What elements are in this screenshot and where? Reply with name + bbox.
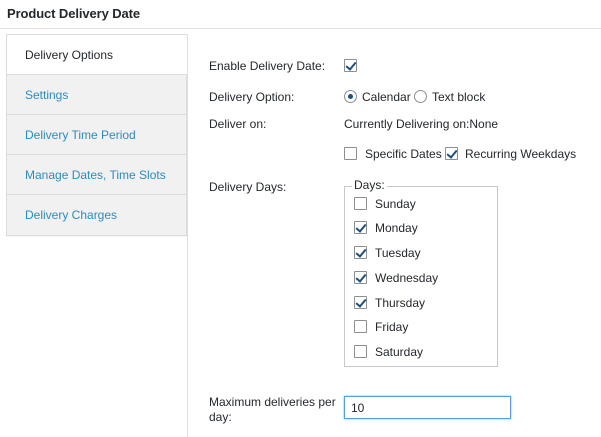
tab-delivery-options[interactable]: Delivery Options <box>7 35 187 75</box>
tab-settings[interactable]: Settings <box>7 75 186 115</box>
recurring-weekdays-checkbox[interactable] <box>445 147 458 160</box>
recurring-weekdays-label[interactable]: Recurring Weekdays <box>465 147 576 161</box>
tab-delivery-time-period[interactable]: Delivery Time Period <box>7 115 186 155</box>
monday-label[interactable]: Monday <box>375 221 418 235</box>
enable-delivery-date-label: Enable Delivery Date: <box>209 59 326 73</box>
tuesday-label[interactable]: Tuesday <box>375 246 421 260</box>
days-legend: Days: <box>352 178 387 192</box>
specific-dates-checkbox[interactable] <box>344 147 357 160</box>
thursday-checkbox[interactable] <box>354 296 367 309</box>
tuesday-checkbox[interactable] <box>354 246 367 259</box>
settings-tabs: Delivery Options Settings Delivery Time … <box>6 34 187 236</box>
delivery-days-label: Delivery Days: <box>209 180 287 194</box>
friday-label[interactable]: Friday <box>375 320 408 334</box>
max-deliveries-input[interactable] <box>344 396 511 419</box>
wednesday-label[interactable]: Wednesday <box>375 271 438 285</box>
title-divider <box>0 28 601 29</box>
tab-delivery-charges[interactable]: Delivery Charges <box>7 195 186 236</box>
enable-delivery-date-checkbox[interactable] <box>344 59 357 72</box>
sunday-checkbox[interactable] <box>354 197 367 210</box>
calendar-radio[interactable] <box>344 90 357 103</box>
calendar-radio-label[interactable]: Calendar <box>362 90 411 104</box>
sunday-label[interactable]: Sunday <box>375 197 416 211</box>
thursday-label[interactable]: Thursday <box>375 296 425 310</box>
wednesday-checkbox[interactable] <box>354 271 367 284</box>
max-deliveries-label: Maximum deliveries per day: <box>209 395 336 424</box>
friday-checkbox[interactable] <box>354 320 367 333</box>
saturday-label[interactable]: Saturday <box>375 345 423 359</box>
deliver-on-label: Deliver on: <box>209 117 267 131</box>
delivery-option-label: Delivery Option: <box>209 90 295 104</box>
content-panel-border <box>187 34 188 437</box>
monday-checkbox[interactable] <box>354 221 367 234</box>
tab-manage-dates-time-slots[interactable]: Manage Dates, Time Slots <box>7 155 186 195</box>
specific-dates-label[interactable]: Specific Dates <box>365 147 442 161</box>
page-title: Product Delivery Date <box>7 6 141 21</box>
text-block-radio[interactable] <box>414 90 427 103</box>
currently-delivering-status: Currently Delivering on:None <box>344 117 499 131</box>
saturday-checkbox[interactable] <box>354 345 367 358</box>
text-block-radio-label[interactable]: Text block <box>432 90 485 104</box>
